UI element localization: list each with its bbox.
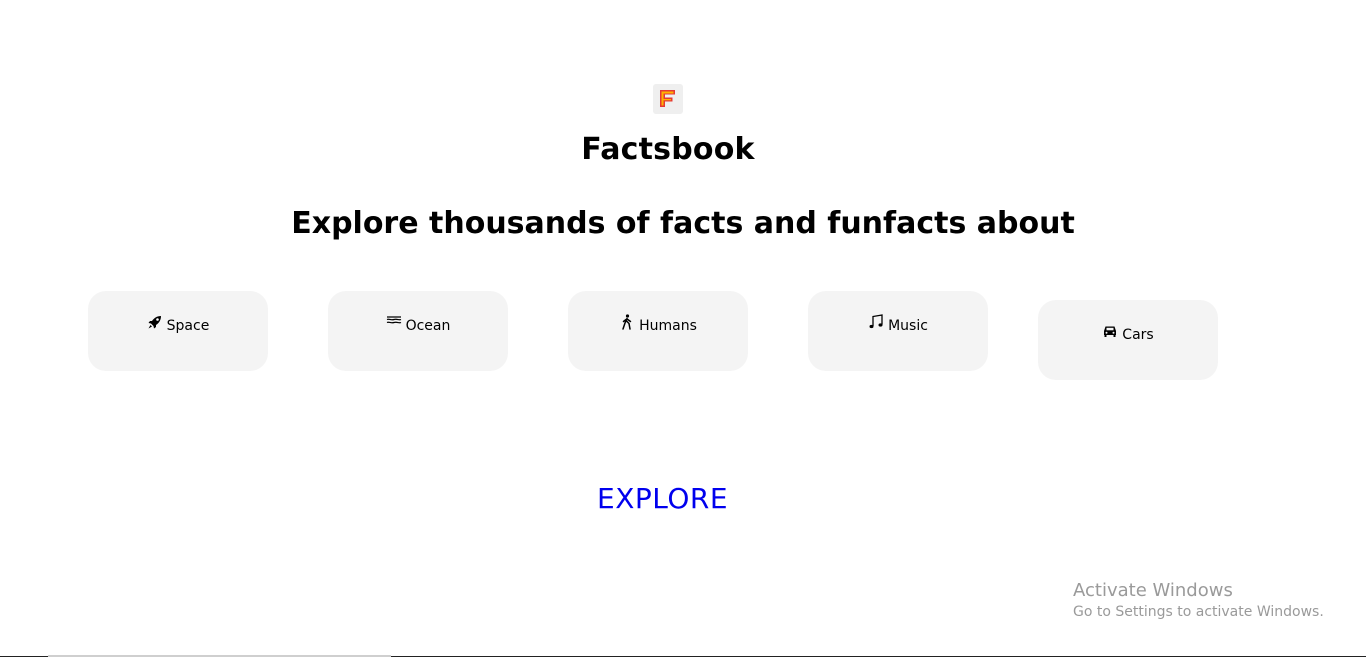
windows-activation-watermark: Activate Windows Go to Settings to activ… bbox=[1073, 580, 1324, 622]
explore-link[interactable]: EXPLORE bbox=[597, 482, 728, 515]
category-label: Humans bbox=[639, 318, 697, 334]
category-card-space[interactable]: Space bbox=[88, 291, 268, 371]
site-title: Factsbook bbox=[581, 132, 755, 167]
category-card-music[interactable]: Music bbox=[808, 291, 988, 371]
watermark-title: Activate Windows bbox=[1073, 580, 1233, 601]
car-icon bbox=[1102, 323, 1118, 339]
category-card-cars[interactable]: Cars bbox=[1038, 300, 1218, 380]
music-note-icon bbox=[868, 314, 884, 330]
waves-icon bbox=[386, 314, 402, 330]
person-walking-icon bbox=[619, 314, 635, 330]
rocket-icon bbox=[147, 314, 163, 330]
factsbook-logo-icon bbox=[653, 84, 683, 114]
headline: Explore thousands of facts and funfacts … bbox=[291, 206, 1075, 241]
category-card-ocean[interactable]: Ocean bbox=[328, 291, 508, 371]
watermark-subtitle: Go to Settings to activate Windows. bbox=[1073, 604, 1324, 620]
page: Factsbook Explore thousands of facts and… bbox=[0, 0, 1366, 657]
category-label: Space bbox=[166, 318, 210, 334]
category-card-humans[interactable]: Humans bbox=[568, 291, 748, 371]
category-label: Music bbox=[888, 318, 928, 334]
category-label: Ocean bbox=[405, 318, 451, 334]
category-label: Cars bbox=[1122, 327, 1154, 343]
